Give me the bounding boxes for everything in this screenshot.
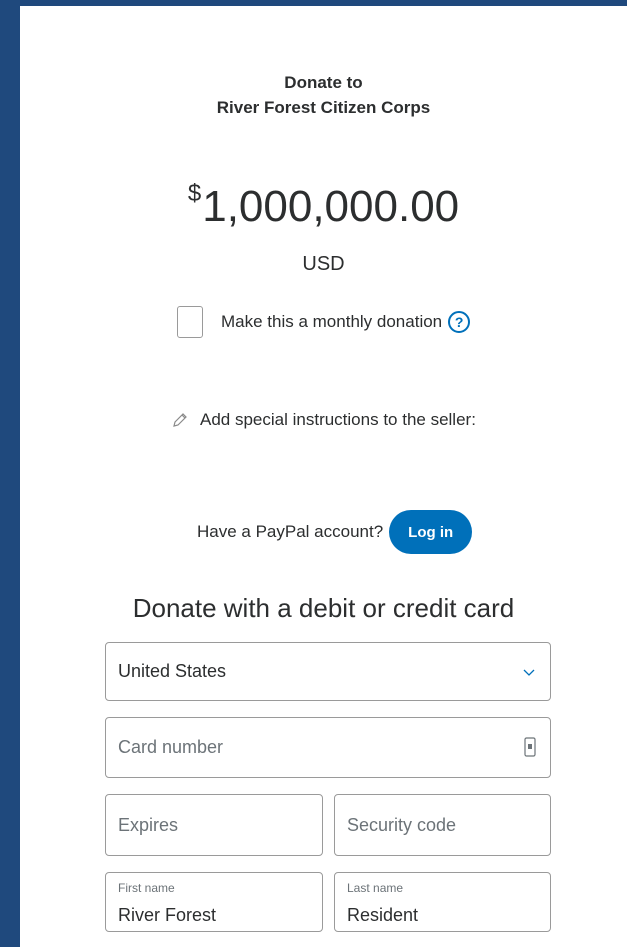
card-form-title: Donate with a debit or credit card (132, 593, 515, 623)
donation-header: Donate to River Forest Citizen Corps (20, 70, 627, 120)
currency-code: USD (302, 253, 345, 275)
monthly-donation-label: Make this a monthly donation (221, 312, 443, 331)
last-name-input[interactable]: Last name Resident (334, 872, 551, 932)
expires-placeholder: Expires (118, 814, 179, 835)
security-code-placeholder: Security code (347, 814, 457, 835)
login-prompt: Have a PayPal account? (197, 522, 384, 541)
card-icon (524, 737, 536, 757)
pencil-icon (173, 413, 187, 427)
last-name-label: Last name (347, 881, 404, 895)
first-name-input[interactable]: First name River Forest (105, 872, 323, 932)
last-name-value: Resident (347, 905, 419, 925)
login-row: Have a PayPal account? Log in (197, 509, 473, 555)
header-line-1: Donate to (284, 73, 363, 92)
monthly-donation-row: Make this a monthly donation ? (177, 303, 471, 341)
monthly-donation-checkbox[interactable] (177, 306, 203, 338)
country-value: United States (118, 661, 227, 681)
card-number-input[interactable]: Card number (105, 717, 551, 778)
card-number-placeholder: Card number (118, 737, 224, 757)
currency-symbol: $ (187, 180, 202, 207)
expires-input[interactable]: Expires (105, 794, 323, 856)
recipient-name: River Forest Citizen Corps (216, 98, 431, 117)
login-button[interactable]: Log in (389, 510, 473, 554)
country-select[interactable]: United States (105, 642, 551, 701)
chevron-down-icon (523, 669, 535, 676)
donation-amount: $1,000,000.00 (20, 164, 627, 237)
special-instructions-link[interactable]: Add special instructions to the seller: (170, 410, 476, 430)
special-instructions-label: Add special instructions to the seller: (200, 410, 476, 429)
security-code-input[interactable]: Security code (334, 794, 551, 856)
donation-panel: Donate to River Forest Citizen Corps $1,… (20, 6, 627, 947)
question-circle-icon[interactable]: ? (448, 311, 471, 333)
first-name-value: River Forest (118, 905, 217, 925)
amount-value: 1,000,000.00 (202, 182, 460, 231)
first-name-label: First name (118, 881, 175, 895)
